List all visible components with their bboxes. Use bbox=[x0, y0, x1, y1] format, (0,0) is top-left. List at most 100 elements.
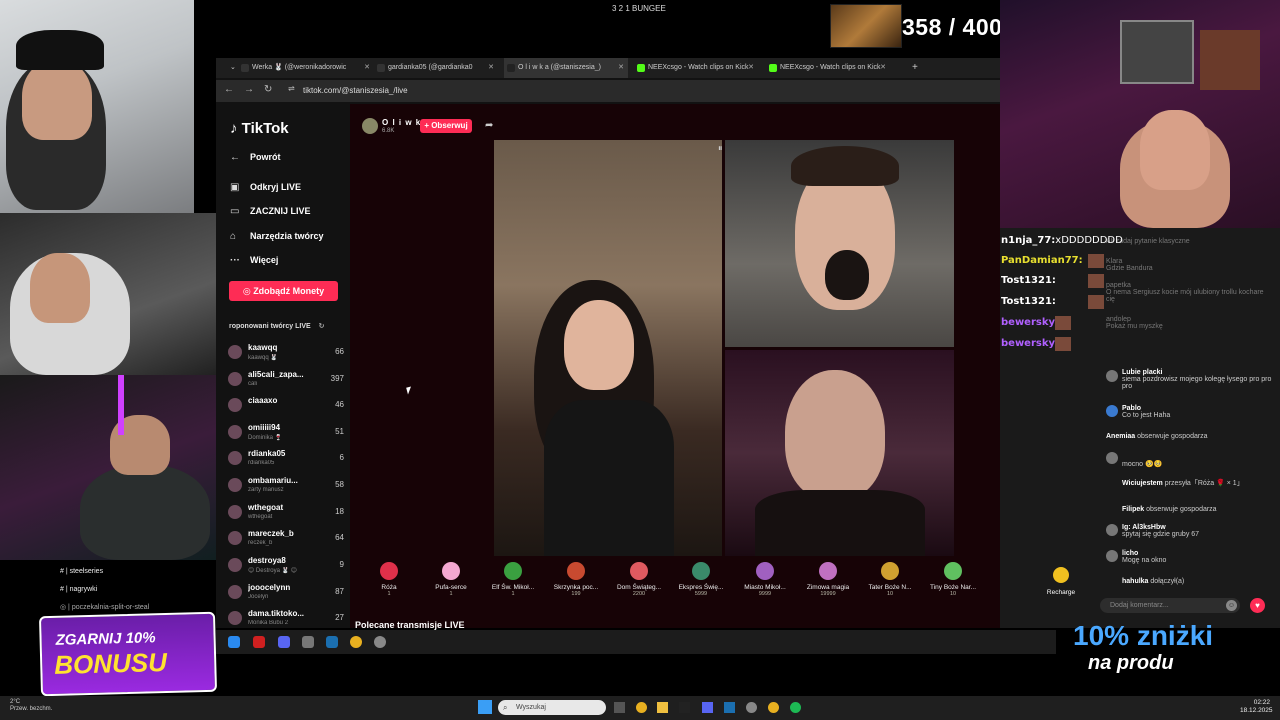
menu-discover-live[interactable]: ▣ Odkryj LIVE bbox=[230, 182, 301, 193]
reload-icon[interactable]: ↻ bbox=[264, 84, 272, 95]
chrome-icon[interactable] bbox=[636, 702, 647, 713]
close-icon[interactable]: ✕ bbox=[488, 58, 494, 78]
creator-item[interactable]: rdianka05 rdianka05 6 bbox=[228, 449, 346, 475]
chrome-icon[interactable] bbox=[768, 702, 779, 713]
discount-text: 10% zniżki bbox=[1073, 620, 1214, 651]
gift-item[interactable]: Róża 1 bbox=[359, 562, 419, 597]
search-icon: ⌕ bbox=[503, 703, 508, 712]
host-avatar[interactable] bbox=[362, 118, 378, 134]
app-icon[interactable] bbox=[679, 702, 690, 713]
obs-icon[interactable] bbox=[746, 702, 757, 713]
creator-item[interactable]: dama.tiktoko... Monika Bubu 2 27 bbox=[228, 609, 346, 627]
browser-tab[interactable]: NEEXcsgo - Watch clips on Kick ✕ bbox=[766, 58, 890, 78]
url-input[interactable]: tiktok.com/@staniszesia_/live bbox=[303, 86, 408, 95]
twitch-chat-line: n1nja_77:xDDDDDDDD bbox=[1001, 235, 1123, 246]
heart-icon[interactable]: ♥ bbox=[1250, 598, 1265, 613]
webcam-streamer-4 bbox=[1000, 0, 1280, 228]
creator-item[interactable]: kaawqq kaawqq 🐰 66 bbox=[228, 343, 346, 369]
creator-item[interactable]: destroya8 😊 Destroya 🐰 😊 9 bbox=[228, 556, 346, 582]
task-view-icon[interactable] bbox=[614, 702, 625, 713]
folder-icon[interactable] bbox=[657, 702, 668, 713]
creator-item[interactable]: ali5cali_zapa... cali 397 bbox=[228, 370, 346, 396]
creator-item[interactable]: wthegoat wthegoat 18 bbox=[228, 503, 346, 529]
comment-input[interactable]: Dodaj komentarz... bbox=[1100, 598, 1240, 613]
browser-tab[interactable]: Werka 🐰 (@weronikadorowic ✕ bbox=[238, 58, 374, 78]
windows-icon[interactable] bbox=[228, 636, 240, 648]
video-guest-3[interactable] bbox=[725, 350, 954, 556]
menu-back[interactable]: ← Powrót bbox=[230, 152, 281, 163]
discord-icon[interactable] bbox=[278, 636, 290, 648]
weather-widget[interactable]: 2°C Przew. bezchm. bbox=[10, 699, 52, 713]
site-info-icon[interactable]: ⇌ bbox=[288, 84, 295, 93]
app-icon[interactable] bbox=[253, 636, 265, 648]
gift-item[interactable]: Ekspres Świę... 5999 bbox=[671, 562, 731, 597]
counter-thumbnail bbox=[830, 4, 902, 48]
close-icon[interactable]: ✕ bbox=[748, 58, 754, 78]
coin-icon bbox=[1053, 567, 1069, 583]
steam-icon[interactable] bbox=[326, 636, 338, 648]
channel-item: # | steelseries bbox=[60, 568, 104, 575]
spotify-icon[interactable] bbox=[790, 702, 801, 713]
tab-list-button[interactable]: ⌄ bbox=[216, 58, 236, 78]
chat-message: Pablo Co to jest Haha bbox=[1122, 405, 1171, 419]
browser-tab[interactable]: NEEXcsgo - Watch clips on Kick ✕ bbox=[634, 58, 758, 78]
gift-item[interactable]: Tater Boże N... 10 bbox=[860, 562, 920, 597]
gift-item[interactable]: Pufa-serce 1 bbox=[421, 562, 481, 597]
video-guest-2[interactable] bbox=[725, 140, 954, 347]
forward-icon[interactable]: → bbox=[244, 84, 254, 95]
gift-item[interactable]: Skrzynka poc... 199 bbox=[546, 562, 606, 597]
new-tab-button[interactable]: + bbox=[898, 58, 918, 78]
menu-start-live[interactable]: ▭ ZACZNIJ LIVE bbox=[230, 206, 311, 217]
avatar bbox=[1106, 405, 1118, 417]
avatar bbox=[228, 398, 242, 412]
webcam-streamer-2 bbox=[0, 213, 228, 375]
discord-icon[interactable] bbox=[702, 702, 713, 713]
chrome-icon[interactable] bbox=[350, 636, 362, 648]
emoji-icon[interactable]: ☺ bbox=[1226, 600, 1237, 611]
creator-item[interactable]: omiiiii94 Dominika 🍷 51 bbox=[228, 423, 346, 449]
menu-creator-tools[interactable]: ⌂ Narzędzia twórcy bbox=[230, 231, 324, 242]
close-icon[interactable]: ✕ bbox=[364, 58, 370, 78]
refresh-icon[interactable]: ↻ bbox=[319, 323, 325, 330]
tiktok-icon: ♪ bbox=[230, 120, 238, 137]
settings-icon[interactable] bbox=[374, 636, 386, 648]
clock[interactable]: 02:22 18.12.2025 bbox=[1240, 699, 1273, 715]
video-guest-1[interactable] bbox=[494, 140, 722, 556]
share-icon[interactable]: ➦ bbox=[485, 120, 493, 131]
taskbar-search[interactable]: Wyszukaj bbox=[498, 700, 606, 715]
avatar bbox=[228, 425, 242, 439]
creator-item[interactable]: jooocelynn Jocelyn 87 bbox=[228, 583, 346, 609]
creator-item[interactable]: mareczek_b reczek_b 64 bbox=[228, 529, 346, 555]
menu-more[interactable]: ··· Więcej bbox=[230, 255, 278, 266]
follow-button[interactable]: + Obserwuj bbox=[420, 119, 472, 133]
get-coins-button[interactable]: ◎ Zdobądź Monety bbox=[229, 281, 338, 301]
channel-item: ◎ | poczekalnia-split-or-steal bbox=[60, 604, 150, 611]
back-icon[interactable]: ← bbox=[224, 84, 234, 95]
rose-icon bbox=[380, 562, 398, 580]
recharge-button[interactable]: Recharge bbox=[1044, 567, 1078, 596]
gift-item[interactable]: Miasto Mikoł... 9999 bbox=[735, 562, 795, 597]
twitch-chat-line: bewersky: bbox=[1001, 338, 1060, 349]
avatar bbox=[228, 505, 242, 519]
browser-tab[interactable]: gardianka05 (@gardianka0 ✕ bbox=[374, 58, 498, 78]
browser-tab-active[interactable]: O l i w k a (@staniszesia_) ✕ bbox=[504, 58, 628, 78]
app-icon[interactable] bbox=[302, 636, 314, 648]
gift-item[interactable]: Elf Św. Mikoł... 1 bbox=[483, 562, 543, 597]
steam-icon[interactable] bbox=[724, 702, 735, 713]
close-icon[interactable]: ✕ bbox=[618, 58, 624, 78]
tiktok-logo[interactable]: ♪ TikTok bbox=[230, 120, 289, 137]
creator-item[interactable]: ciaaaxo 46 bbox=[228, 396, 346, 422]
discount-subtext: na produ bbox=[1088, 652, 1174, 674]
chat-message: Filipek obserwuje gospodarza bbox=[1122, 506, 1217, 513]
elf-icon bbox=[504, 562, 522, 580]
start-icon[interactable] bbox=[478, 700, 492, 714]
gift-item[interactable]: Dom Świąteg... 2200 bbox=[609, 562, 669, 597]
gift-item[interactable]: Tiny Boże Nar... 10 bbox=[923, 562, 983, 597]
creator-item[interactable]: ombamariu... zarty mariusz 58 bbox=[228, 476, 346, 502]
gift-item[interactable]: Zimowa magia 19999 bbox=[798, 562, 858, 597]
tiny-icon bbox=[944, 562, 962, 580]
recommended-streams-title: Polecane transmisje LIVE bbox=[355, 620, 465, 630]
avatar bbox=[1106, 370, 1118, 382]
close-icon[interactable]: ✕ bbox=[880, 58, 886, 78]
layout-toggle-icon[interactable]: ⏸ bbox=[718, 143, 723, 154]
